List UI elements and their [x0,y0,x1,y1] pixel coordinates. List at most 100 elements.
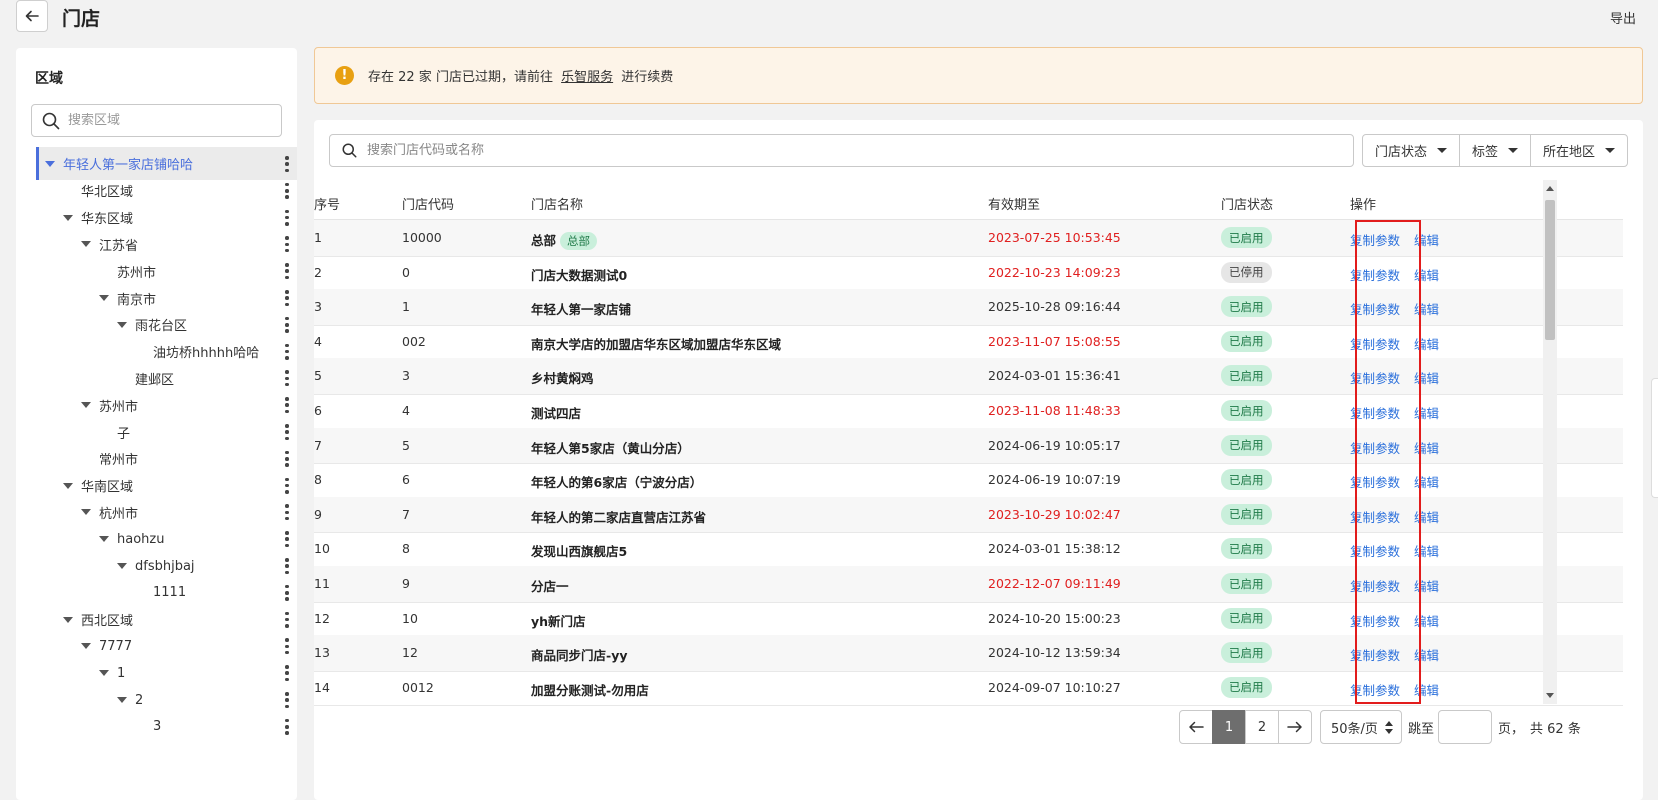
tree-node[interactable]: 杭州市 [36,498,297,526]
more-vertical-icon[interactable] [285,209,289,226]
more-vertical-icon[interactable] [285,692,289,708]
copy-params-link[interactable]: 复制参数 [1350,576,1400,595]
caret-down-icon[interactable] [99,668,109,678]
more-vertical-icon[interactable] [285,531,289,548]
tree-node[interactable]: 华南区域 [36,472,297,500]
store-search-input[interactable] [367,143,1267,158]
edit-link[interactable]: 编辑 [1414,230,1439,249]
caret-down-icon[interactable] [117,695,127,705]
back-button[interactable] [16,0,48,32]
edit-link[interactable]: 编辑 [1414,368,1439,387]
edit-link[interactable]: 编辑 [1414,403,1439,422]
edit-link[interactable]: 编辑 [1414,576,1439,595]
page-1-button[interactable]: 1 [1212,710,1246,744]
tree-node[interactable]: 西北区域 [36,606,297,634]
prev-page-button[interactable] [1179,710,1213,744]
copy-params-link[interactable]: 复制参数 [1350,507,1400,526]
edit-link[interactable]: 编辑 [1414,680,1439,699]
edit-link[interactable]: 编辑 [1414,265,1439,284]
region-filter[interactable]: 所在地区 [1530,134,1629,167]
caret-down-icon[interactable] [63,615,73,625]
caret-down-icon[interactable] [63,213,73,223]
copy-params-link[interactable]: 复制参数 [1350,680,1400,699]
tree-node[interactable]: 年轻人第一家店铺哈哈 [36,147,297,180]
edit-link[interactable]: 编辑 [1414,541,1439,560]
edit-link[interactable]: 编辑 [1414,299,1439,318]
caret-down-icon[interactable] [117,561,127,571]
more-vertical-icon[interactable] [285,665,289,682]
scroll-down-icon[interactable] [1546,693,1554,698]
copy-params-link[interactable]: 复制参数 [1350,645,1400,664]
copy-params-link[interactable]: 复制参数 [1350,611,1400,630]
caret-down-icon[interactable] [63,481,73,491]
caret-down-icon[interactable] [45,159,55,169]
copy-params-link[interactable]: 复制参数 [1350,541,1400,560]
tree-node[interactable]: haohzu [36,525,297,553]
edit-link[interactable]: 编辑 [1414,507,1439,526]
more-vertical-icon[interactable] [285,558,289,574]
more-vertical-icon[interactable] [285,397,289,414]
jump-page-input[interactable] [1438,710,1493,744]
copy-params-link[interactable]: 复制参数 [1350,368,1400,387]
edit-link[interactable]: 编辑 [1414,645,1439,664]
more-vertical-icon[interactable] [285,316,289,333]
more-vertical-icon[interactable] [285,477,289,494]
more-vertical-icon[interactable] [285,263,289,280]
copy-params-link[interactable]: 复制参数 [1350,230,1400,249]
page-2-button[interactable]: 2 [1245,710,1279,744]
tree-node[interactable]: 3 [36,713,297,741]
copy-params-link[interactable]: 复制参数 [1350,438,1400,457]
more-vertical-icon[interactable] [285,450,289,467]
caret-down-icon[interactable] [99,293,109,303]
tree-node[interactable]: 1111 [36,579,297,607]
tree-node[interactable]: 1 [36,659,297,687]
more-vertical-icon[interactable] [285,343,289,360]
more-vertical-icon[interactable] [285,718,289,735]
tree-node[interactable]: 建邺区 [36,364,297,392]
more-vertical-icon[interactable] [285,156,289,172]
more-vertical-icon[interactable] [285,638,289,655]
store-status-filter[interactable]: 门店状态 [1362,134,1461,167]
scroll-thumb[interactable] [1545,200,1555,340]
more-vertical-icon[interactable] [285,611,289,628]
copy-params-link[interactable]: 复制参数 [1350,334,1400,353]
copy-params-link[interactable]: 复制参数 [1350,265,1400,284]
caret-down-icon[interactable] [81,400,91,410]
store-search-box[interactable] [329,134,1354,167]
tree-node[interactable]: 江苏省 [36,230,297,258]
export-button[interactable]: 导出 [1610,8,1636,27]
edit-link[interactable]: 编辑 [1414,438,1439,457]
caret-down-icon[interactable] [81,641,91,651]
copy-params-link[interactable]: 复制参数 [1350,472,1400,491]
more-vertical-icon[interactable] [285,182,289,199]
tree-node[interactable]: 7777 [36,632,297,660]
tree-node[interactable]: 华北区域 [36,177,297,205]
more-vertical-icon[interactable] [285,236,289,253]
copy-params-link[interactable]: 复制参数 [1350,299,1400,318]
tree-node[interactable]: 2 [36,686,297,714]
tree-node[interactable]: 华东区域 [36,204,297,232]
more-vertical-icon[interactable] [285,290,289,306]
tree-node[interactable]: 南京市 [36,284,297,312]
caret-down-icon[interactable] [81,239,91,249]
side-drawer-tab[interactable] [1651,378,1658,498]
tree-node[interactable]: 雨花台区 [36,311,297,339]
tree-node[interactable]: dfsbhjbaj [36,552,297,580]
caret-down-icon[interactable] [99,534,109,544]
edit-link[interactable]: 编辑 [1414,334,1439,353]
renewal-service-link[interactable]: 乐智服务 [561,70,613,85]
tree-node[interactable]: 苏州市 [36,391,297,419]
region-search-input[interactable] [68,113,258,128]
more-vertical-icon[interactable] [285,370,289,387]
caret-down-icon[interactable] [81,507,91,517]
tree-node[interactable]: 常州市 [36,445,297,473]
more-vertical-icon[interactable] [285,584,289,601]
edit-link[interactable]: 编辑 [1414,472,1439,491]
more-vertical-icon[interactable] [285,424,289,440]
edit-link[interactable]: 编辑 [1414,611,1439,630]
next-page-button[interactable] [1278,710,1312,744]
tree-node[interactable]: 苏州市 [36,257,297,285]
more-vertical-icon[interactable] [285,504,289,521]
tree-node[interactable]: 油坊桥hhhhh哈哈 [36,338,297,366]
region-search-box[interactable] [31,104,282,137]
